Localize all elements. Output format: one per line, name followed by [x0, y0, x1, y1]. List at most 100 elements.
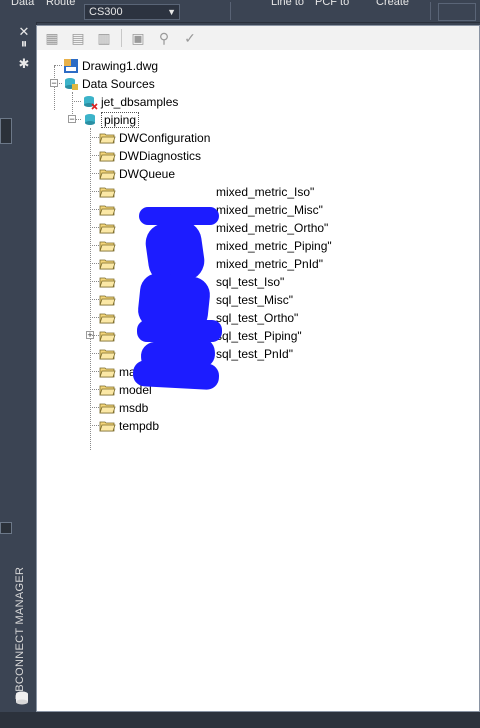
ribbon-data-button[interactable]: Data — [11, 0, 34, 8]
link-table-icon[interactable]: ▥ — [95, 29, 113, 47]
ribbon-line-to-button[interactable]: Line to — [271, 0, 304, 8]
settings-icon[interactable]: ✱ — [16, 56, 32, 72]
tree-node-label: DWQueue — [119, 166, 176, 181]
tree-node-label: mixed_metric_Misc" — [216, 202, 323, 217]
ribbon: Data Route CS300 ▼ Line to PCF to Create — [0, 0, 480, 23]
tree-node-label: tempdb — [119, 418, 160, 433]
ribbon-pcf-to-button[interactable]: PCF to — [315, 0, 349, 8]
validate-icon[interactable]: ✓ — [181, 29, 199, 47]
database-connected-icon — [85, 113, 95, 125]
tree-node-label: mixed_metric_Ortho" — [216, 220, 329, 235]
tree-node-label: sql_test_Misc" — [216, 292, 293, 307]
status-bar — [0, 712, 480, 728]
folder-open-icon — [99, 241, 116, 252]
ribbon-route-button[interactable]: Route — [46, 0, 75, 8]
folder-open-icon — [99, 421, 116, 432]
palette-title: DBCONNECT MANAGER — [14, 566, 26, 700]
tree-node-piping[interactable]: piping — [82, 110, 140, 128]
panel-toolbar: ▦ ▤ ▥ ▣ ⚲ ✓ — [37, 26, 479, 51]
tree-node-label: sql_test_Iso" — [216, 274, 285, 289]
toolbar-separator — [121, 29, 122, 47]
folder-open-icon — [99, 187, 116, 198]
dbconnect-panel: ▦ ▤ ▥ ▣ ⚲ ✓ − − + Drawing1.dwg Data Sour… — [36, 25, 480, 712]
folder-open-icon — [99, 313, 116, 324]
link-icon[interactable]: ⚲ — [155, 29, 173, 47]
folder-open-icon — [99, 331, 116, 342]
redaction-scribble — [137, 320, 222, 342]
folder-open-icon — [99, 259, 116, 270]
view-table-icon[interactable]: ▦ — [43, 29, 61, 47]
tree-node-table[interactable]: mixed_metric_Iso" — [99, 182, 314, 200]
tree-line — [54, 65, 62, 66]
tree-node-data-sources[interactable]: Data Sources — [63, 74, 155, 92]
strip-tab[interactable] — [0, 118, 12, 144]
folder-open-icon — [99, 151, 116, 162]
tree-line — [90, 191, 99, 192]
tree-node-label: msdb — [119, 400, 149, 415]
tree-line — [90, 353, 99, 354]
folder-open-icon — [99, 169, 116, 180]
folder-open-icon — [99, 133, 116, 144]
database-icon — [16, 691, 28, 705]
tree-node-label: sql_test_Ortho" — [216, 310, 299, 325]
tree-line — [90, 299, 99, 300]
tree-line — [90, 263, 99, 264]
ribbon-dropdown-icon[interactable] — [438, 3, 476, 21]
tree-line — [90, 281, 99, 282]
chevron-down-icon: ▼ — [167, 7, 176, 17]
data-tree: − − + Drawing1.dwg Data Sources jet_dbsa… — [37, 50, 479, 710]
tree-node-label: sql_test_Piping" — [216, 328, 302, 343]
tree-line — [90, 209, 99, 210]
tree-node-label: sql_test_PnId" — [216, 346, 293, 361]
tree-node-jet-dbsamples[interactable]: jet_dbsamples — [82, 92, 178, 110]
tree-line — [90, 137, 99, 138]
strip-tab[interactable] — [0, 522, 12, 534]
tree-node-label: mixed_metric_PnId" — [216, 256, 323, 271]
tree-node-table[interactable]: msdb — [99, 398, 148, 416]
spec-combo[interactable]: CS300 ▼ — [84, 4, 180, 20]
tree-line — [90, 245, 99, 246]
spec-combo-value: CS300 — [89, 6, 123, 18]
tree-node-table[interactable]: mixed_metric_PnId" — [99, 254, 323, 272]
tree-node-label: DWConfiguration — [119, 130, 211, 145]
tree-line — [90, 227, 99, 228]
expander-data-sources[interactable]: − — [50, 79, 58, 88]
label-icon[interactable]: ▣ — [129, 29, 147, 47]
tree-node-label: DWDiagnostics — [119, 148, 202, 163]
tree-line — [90, 155, 99, 156]
drawing-icon — [64, 58, 78, 73]
background-app-strip — [0, 22, 12, 728]
tree-line — [90, 335, 99, 336]
tree-line — [54, 66, 55, 110]
pin-icon[interactable]: ⏸ — [16, 36, 32, 52]
tree-node-table[interactable]: DWQueue — [99, 164, 175, 182]
tree-node-label: mixed_metric_Piping" — [216, 238, 332, 253]
expander-piping[interactable]: − — [68, 115, 76, 124]
folder-open-icon — [99, 349, 116, 360]
folder-open-icon — [99, 277, 116, 288]
tree-line — [90, 317, 99, 318]
edit-table-icon[interactable]: ▤ — [69, 29, 87, 47]
folder-open-icon — [99, 403, 116, 414]
folder-open-icon — [99, 367, 116, 378]
tree-node-table[interactable]: DWDiagnostics — [99, 146, 201, 164]
tree-node-table[interactable]: mixed_metric_Piping" — [99, 236, 332, 254]
tree-line — [90, 407, 99, 408]
tree-node-table[interactable]: tempdb — [99, 416, 159, 434]
ribbon-create-button[interactable]: Create — [376, 0, 409, 8]
tree-line — [90, 128, 91, 450]
tree-line — [90, 173, 99, 174]
tree-line — [90, 425, 99, 426]
folder-open-icon — [99, 205, 116, 216]
ribbon-separator — [430, 2, 431, 20]
redaction-scribble — [132, 359, 220, 391]
folder-open-icon — [99, 223, 116, 234]
tree-line — [90, 389, 99, 390]
tree-node-table[interactable]: DWConfiguration — [99, 128, 210, 146]
data-sources-icon — [65, 77, 78, 90]
folder-open-icon — [99, 385, 116, 396]
tree-node-drawing[interactable]: Drawing1.dwg — [63, 56, 158, 74]
tree-line — [72, 101, 81, 102]
database-disconnected-icon — [84, 95, 98, 110]
ribbon-separator — [230, 2, 231, 20]
